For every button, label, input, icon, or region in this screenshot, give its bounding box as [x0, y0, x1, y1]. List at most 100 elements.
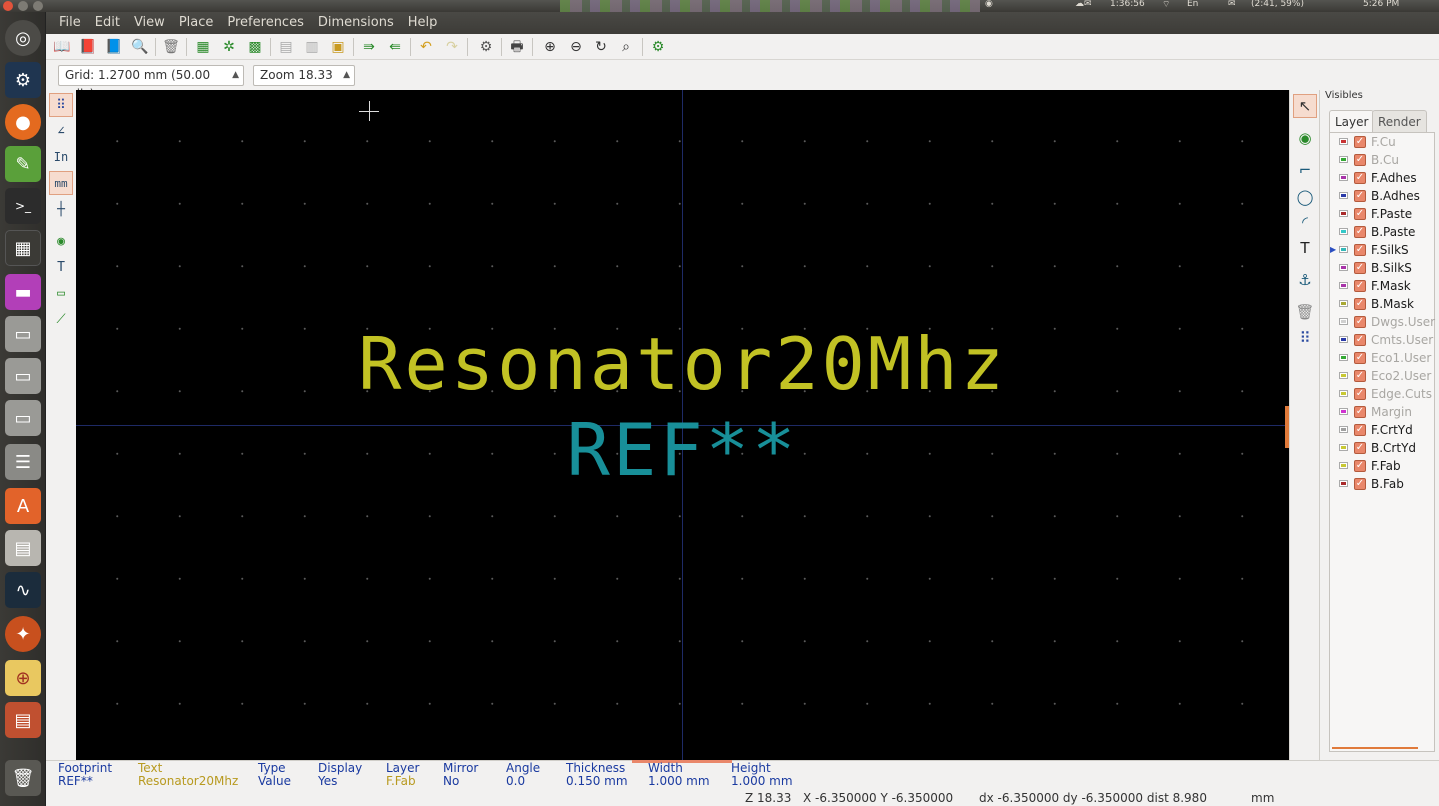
- layer-color-swatch[interactable]: [1339, 390, 1348, 397]
- layer-row[interactable]: ✓ B.Mask: [1330, 295, 1434, 313]
- import-footprint-icon[interactable]: ⇛: [359, 37, 379, 57]
- export-footprint-icon[interactable]: ⇚: [385, 37, 405, 57]
- add-circle-icon[interactable]: ◯: [1293, 185, 1317, 209]
- add-line-icon[interactable]: ⌐: [1293, 158, 1317, 182]
- menu-dimensions[interactable]: Dimensions: [311, 12, 401, 34]
- workspace-switcher-icon[interactable]: ▦: [5, 230, 41, 266]
- layer-color-swatch[interactable]: [1339, 282, 1348, 289]
- keyboard-layout[interactable]: En: [1187, 0, 1198, 9]
- menu-preferences[interactable]: Preferences: [220, 12, 310, 34]
- layer-color-swatch[interactable]: [1339, 354, 1348, 361]
- add-text-icon[interactable]: T: [1293, 236, 1317, 260]
- units-inch-button[interactable]: In: [49, 145, 73, 169]
- sync-icon[interactable]: ◉: [985, 0, 993, 9]
- pad-settings-icon[interactable]: ⚙: [476, 37, 496, 57]
- system-monitor-icon[interactable]: ∿: [5, 572, 41, 608]
- layer-visibility-checkbox[interactable]: ✓: [1354, 442, 1366, 454]
- layer-visibility-checkbox[interactable]: ✓: [1354, 280, 1366, 292]
- drive-icon-3[interactable]: ▭: [5, 400, 41, 436]
- footprint-reference-text[interactable]: REF**: [76, 408, 1289, 492]
- save-library-icon[interactable]: 📕: [78, 37, 98, 57]
- pad-sketch-icon[interactable]: ◉: [49, 229, 73, 253]
- layer-color-swatch[interactable]: [1339, 462, 1348, 469]
- layer-color-swatch[interactable]: [1339, 264, 1348, 271]
- add-pad-icon[interactable]: ◉: [1293, 126, 1317, 150]
- grid-origin-icon[interactable]: ⠿: [1293, 326, 1317, 350]
- tab-layer[interactable]: Layer: [1329, 110, 1375, 132]
- properties-icon[interactable]: ▣: [328, 37, 348, 57]
- layer-visibility-checkbox[interactable]: ✓: [1354, 370, 1366, 382]
- layer-color-swatch[interactable]: [1339, 228, 1348, 235]
- layer-row[interactable]: ✓ Dwgs.User: [1330, 313, 1435, 331]
- dash-home-icon[interactable]: ◎: [5, 20, 41, 56]
- grid-select[interactable]: Grid: 1.2700 mm (50.00 mils) ▲: [58, 65, 244, 101]
- delete-part-icon[interactable]: 🗑: [161, 37, 181, 57]
- edge-sketch-icon[interactable]: ▭: [49, 281, 73, 305]
- redo-icon[interactable]: ↷: [442, 37, 462, 57]
- layer-row[interactable]: ✓ Cmts.User: [1330, 331, 1434, 349]
- cursor-shape-icon[interactable]: ┼: [49, 197, 73, 221]
- print-icon[interactable]: 🖶: [507, 37, 527, 57]
- redraw-icon[interactable]: ↻: [591, 37, 611, 57]
- show-grid-icon[interactable]: ⠿: [49, 93, 73, 117]
- tf2-icon[interactable]: ✦: [5, 616, 41, 652]
- layer-visibility-checkbox[interactable]: ✓: [1354, 406, 1366, 418]
- layer-visibility-checkbox[interactable]: ✓: [1354, 298, 1366, 310]
- footprint-wizard-icon[interactable]: ✲: [219, 37, 239, 57]
- layer-visibility-checkbox[interactable]: ✓: [1354, 316, 1366, 328]
- layer-row[interactable]: ✓ B.Fab: [1330, 475, 1434, 493]
- minimize-window-icon[interactable]: [18, 1, 28, 11]
- high-contrast-icon[interactable]: ⟋: [49, 307, 73, 331]
- archive-icon[interactable]: ▤: [5, 702, 41, 738]
- layer-visibility-checkbox[interactable]: ✓: [1354, 352, 1366, 364]
- menu-file[interactable]: File: [52, 12, 88, 34]
- text-sketch-icon[interactable]: T: [49, 255, 73, 279]
- layer-color-swatch[interactable]: [1339, 246, 1348, 253]
- layer-row[interactable]: ▶ ✓ F.SilkS: [1330, 241, 1434, 259]
- layer-list-scrollbar[interactable]: [1332, 747, 1418, 749]
- drive-icon-1[interactable]: ▭: [5, 316, 41, 352]
- add-arc-icon[interactable]: ◜: [1293, 210, 1317, 234]
- layer-color-swatch[interactable]: [1339, 156, 1348, 163]
- browse-library-icon[interactable]: 🔍: [130, 37, 150, 57]
- layer-row[interactable]: ✓ F.Cu: [1330, 133, 1434, 151]
- menu-place[interactable]: Place: [172, 12, 221, 34]
- layer-visibility-checkbox[interactable]: ✓: [1354, 334, 1366, 346]
- layer-color-swatch[interactable]: [1339, 210, 1348, 217]
- layer-row[interactable]: ✓ B.SilkS: [1330, 259, 1434, 277]
- indicator-icons[interactable]: ☁✉: [1075, 0, 1092, 9]
- footprint-value-text[interactable]: Resonator20Mhz: [76, 322, 1289, 406]
- layer-color-swatch[interactable]: [1339, 372, 1348, 379]
- layer-visibility-checkbox[interactable]: ✓: [1354, 208, 1366, 220]
- layer-row[interactable]: ✓ B.CrtYd: [1330, 439, 1434, 457]
- drive-icon-2[interactable]: ▭: [5, 358, 41, 394]
- select-library-icon[interactable]: 📖: [52, 37, 72, 57]
- layer-row[interactable]: ✓ Edge.Cuts: [1330, 385, 1434, 403]
- layer-visibility-checkbox[interactable]: ✓: [1354, 226, 1366, 238]
- time[interactable]: 5:26 PM: [1363, 0, 1399, 9]
- menu-help[interactable]: Help: [401, 12, 445, 34]
- zoom-in-icon[interactable]: ⊕: [540, 37, 560, 57]
- layer-color-swatch[interactable]: [1339, 480, 1348, 487]
- new-library-icon[interactable]: 📘: [104, 37, 124, 57]
- undo-icon[interactable]: ↶: [416, 37, 436, 57]
- layer-row[interactable]: ✓ Eco1.User: [1330, 349, 1434, 367]
- layer-row[interactable]: ✓ B.Cu: [1330, 151, 1434, 169]
- layer-visibility-checkbox[interactable]: ✓: [1354, 136, 1366, 148]
- zoom-out-icon[interactable]: ⊖: [566, 37, 586, 57]
- layer-row[interactable]: ✓ Margin: [1330, 403, 1434, 421]
- maximize-window-icon[interactable]: [33, 1, 43, 11]
- anchor-icon[interactable]: ⚓: [1293, 268, 1317, 292]
- layer-row[interactable]: ✓ Eco2.User: [1330, 367, 1434, 385]
- insert-into-board-icon[interactable]: ▥: [302, 37, 322, 57]
- select-tool-icon[interactable]: ↖: [1293, 94, 1317, 118]
- layer-visibility-checkbox[interactable]: ✓: [1354, 244, 1366, 256]
- layer-row[interactable]: ✓ B.Paste: [1330, 223, 1434, 241]
- layer-visibility-checkbox[interactable]: ✓: [1354, 388, 1366, 400]
- layer-row[interactable]: ✓ F.CrtYd: [1330, 421, 1434, 439]
- calendar-app-icon[interactable]: ▬: [5, 274, 41, 310]
- polar-coords-icon[interactable]: ∠: [49, 119, 73, 143]
- paint-brush-icon[interactable]: ✎: [5, 146, 41, 182]
- layer-color-swatch[interactable]: [1339, 138, 1348, 145]
- layer-row[interactable]: ✓ F.Fab: [1330, 457, 1434, 475]
